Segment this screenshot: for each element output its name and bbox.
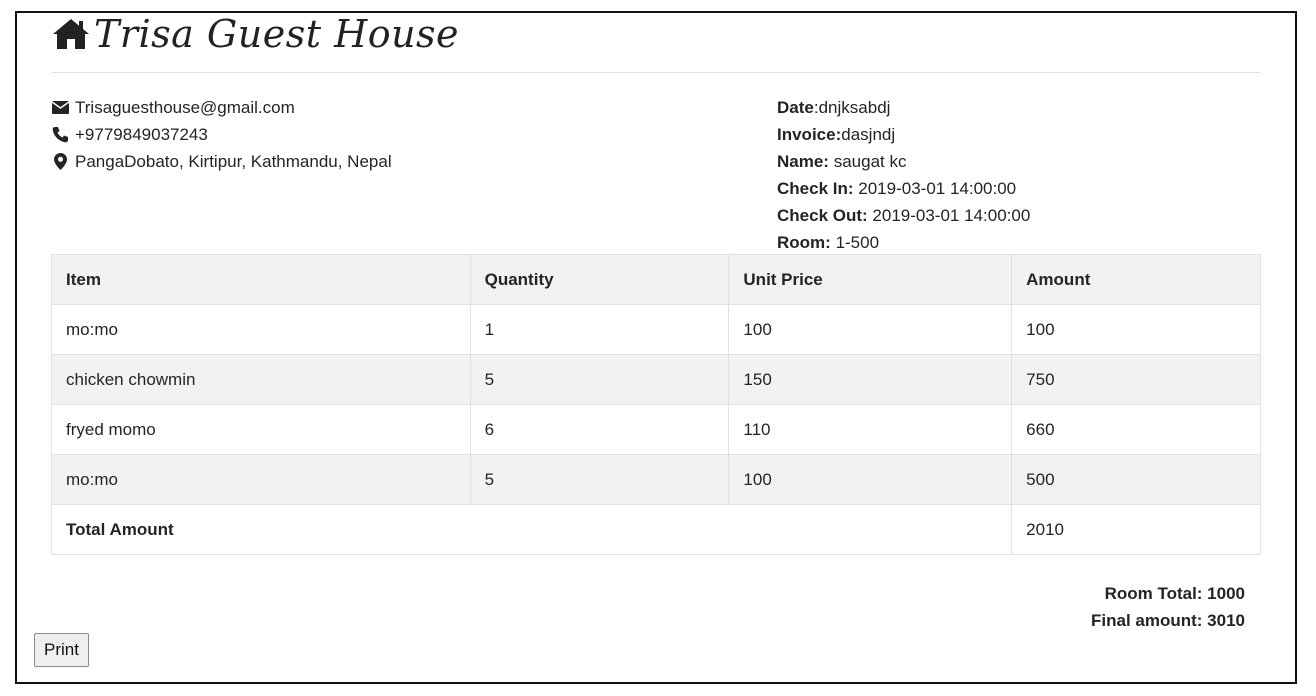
table-row: mo:mo 1 100 100 (51, 304, 1261, 355)
invoice-label: Invoice (777, 125, 836, 144)
cell-unit-price: 100 (728, 454, 1013, 505)
column-header-quantity: Quantity (469, 254, 730, 305)
cell-quantity: 6 (469, 404, 730, 455)
cell-item: fryed momo (51, 404, 471, 455)
table-row: mo:mo 5 100 500 (51, 454, 1261, 505)
cell-unit-price: 100 (728, 304, 1013, 355)
column-header-item: Item (51, 254, 471, 305)
checkout-label: Check Out: (777, 206, 868, 225)
table-row: chicken chowmin 5 150 750 (51, 354, 1261, 405)
print-button[interactable]: Print (34, 633, 89, 667)
date-row: Date:dnjksabdj (777, 98, 891, 117)
invoice-details: Date:dnjksabdj Invoice:dasjndj Name: sau… (777, 94, 1030, 256)
email-row: Trisaguesthouse@gmail.com (51, 94, 392, 121)
name-label: Name: (777, 152, 829, 171)
cell-amount: 660 (1011, 404, 1261, 455)
page-title: Trisa Guest House (94, 12, 460, 56)
envelope-icon (51, 99, 69, 117)
items-table: Item Quantity Unit Price Amount mo:mo 1 … (50, 254, 1261, 555)
total-value: 2010 (1011, 504, 1261, 555)
cell-quantity: 5 (469, 454, 730, 505)
cell-item: mo:mo (51, 454, 471, 505)
invoice-row: Invoice:dasjndj (777, 125, 896, 144)
cell-item: mo:mo (51, 304, 471, 355)
cell-amount: 750 (1011, 354, 1261, 405)
cell-item: chicken chowmin (51, 354, 471, 405)
cell-quantity: 5 (469, 354, 730, 405)
date-value: dnjksabdj (818, 98, 891, 117)
home-icon (52, 18, 90, 50)
table-row: fryed momo 6 110 660 (51, 404, 1261, 455)
cell-amount: 500 (1011, 454, 1261, 505)
date-label: Date (777, 98, 814, 117)
cell-unit-price: 150 (728, 354, 1013, 405)
contact-info: Trisaguesthouse@gmail.com +9779849037243… (51, 94, 392, 175)
checkout-row: Check Out: 2019-03-01 14:00:00 (777, 202, 1030, 229)
phone-icon (51, 126, 69, 144)
page-header: Trisa Guest House (52, 10, 459, 58)
invoice-value: dasjndj (841, 125, 896, 144)
checkin-label: Check In: (777, 179, 854, 198)
phone-row: +9779849037243 (51, 121, 392, 148)
total-label: Total Amount (50, 504, 1013, 555)
final-amount: Final amount: 3010 (1091, 611, 1245, 630)
invoice-summary: Room Total: 1000 Final amount: 3010 (1091, 580, 1245, 634)
room-label: Room: (777, 233, 831, 252)
map-marker-icon (51, 153, 69, 171)
address-text: PangaDobato, Kirtipur, Kathmandu, Nepal (75, 152, 392, 171)
name-row: Name: saugat kc (777, 148, 1030, 175)
checkin-row: Check In: 2019-03-01 14:00:00 (777, 175, 1030, 202)
room-total: Room Total: 1000 (1104, 584, 1245, 603)
total-row: Total Amount 2010 (50, 504, 1261, 555)
phone-text: +9779849037243 (75, 125, 208, 144)
column-header-unit-price: Unit Price (728, 254, 1013, 305)
cell-quantity: 1 (469, 304, 730, 355)
room-row: Room: 1-500 (777, 229, 1030, 256)
checkout-value: 2019-03-01 14:00:00 (872, 206, 1031, 225)
cell-amount: 100 (1011, 304, 1261, 355)
address-row: PangaDobato, Kirtipur, Kathmandu, Nepal (51, 148, 392, 175)
name-value: saugat kc (833, 152, 907, 171)
divider (51, 72, 1261, 73)
checkin-value: 2019-03-01 14:00:00 (858, 179, 1017, 198)
email-text: Trisaguesthouse@gmail.com (75, 98, 295, 117)
room-value: 1-500 (835, 233, 880, 252)
cell-unit-price: 110 (728, 404, 1013, 455)
table-header-row: Item Quantity Unit Price Amount (51, 254, 1261, 305)
column-header-amount: Amount (1011, 254, 1261, 305)
